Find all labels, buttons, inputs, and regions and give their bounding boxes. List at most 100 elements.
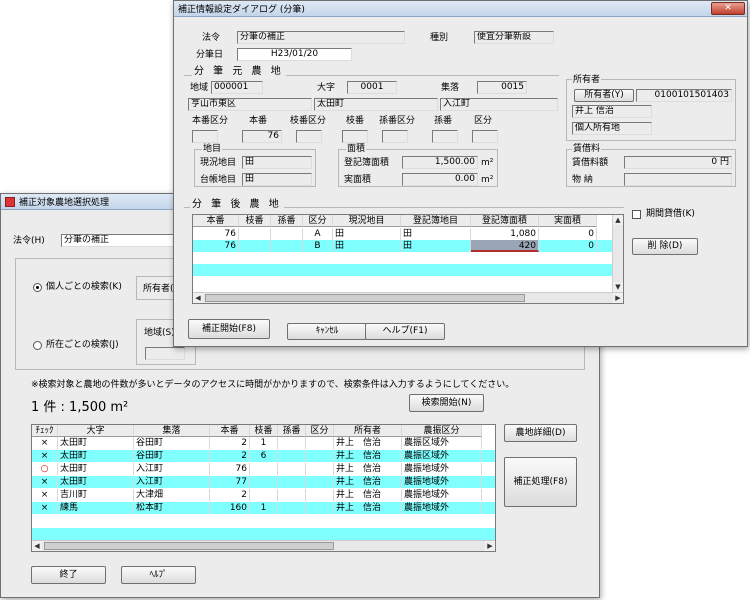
scroll-up-icon[interactable]: ▲ — [613, 215, 623, 225]
horizontal-scrollbar[interactable]: ◀ ▶ — [193, 292, 623, 303]
column-header[interactable]: 所有者 — [334, 425, 402, 437]
column-header[interactable]: 本番 — [193, 215, 239, 227]
table-row[interactable] — [193, 276, 623, 288]
eda-kubun-field — [296, 130, 322, 143]
eda-kubun-label: 枝番区分 — [290, 116, 327, 126]
search-start-button[interactable]: 検索開始(N) — [409, 394, 484, 412]
column-header[interactable]: 孫番 — [271, 215, 303, 227]
eda-field — [342, 130, 368, 143]
area-name-field: 亨山市東区 — [188, 98, 312, 111]
table-cell: 太田町 — [58, 463, 134, 475]
eda-label: 枝番 — [346, 116, 365, 126]
start-correction-button[interactable]: 補正開始(F8) — [188, 319, 270, 339]
table-cell: 76 — [193, 228, 239, 240]
scroll-right-icon[interactable]: ▶ — [613, 293, 623, 303]
scrollbar-thumb[interactable] — [44, 542, 334, 550]
scroll-left-icon[interactable]: ◀ — [193, 293, 203, 303]
scroll-left-icon[interactable]: ◀ — [32, 541, 42, 551]
table-cell: × — [32, 450, 58, 462]
table-cell: 田 — [401, 228, 471, 240]
column-header[interactable]: 集落 — [134, 425, 210, 437]
table-cell: 井上 信治 — [334, 463, 402, 475]
table-cell: 吉川町 — [58, 489, 134, 501]
column-header[interactable]: 現況地目 — [333, 215, 401, 227]
table-cell — [250, 476, 278, 488]
farm-detail-button[interactable]: 農地詳細(D) — [504, 424, 577, 442]
menseki-group-title: 面積 — [346, 144, 367, 155]
table-row[interactable]: 76 B 田田 420 0 — [193, 240, 623, 252]
table-row[interactable]: 76 A 田田 1,080 0 — [193, 228, 623, 240]
column-header[interactable]: 枝番 — [250, 425, 278, 437]
hon-kubun-field — [192, 130, 218, 143]
help-button[interactable]: ﾍﾙﾌﾟ — [121, 566, 196, 584]
table-cell: 1 — [250, 502, 278, 514]
close-button[interactable]: ✕ — [711, 2, 745, 15]
table-cell: × — [32, 437, 58, 449]
column-header[interactable]: 実面積 — [539, 215, 597, 227]
owner-name-field: 井上 信治 — [572, 105, 652, 118]
scroll-down-icon[interactable]: ▼ — [613, 282, 623, 292]
table-cell: 田 — [333, 240, 401, 252]
column-header[interactable]: 孫番 — [278, 425, 306, 437]
column-header[interactable]: 登記簿面積 — [471, 215, 539, 227]
table-cell: 井上 信治 — [334, 450, 402, 462]
scrollbar-thumb[interactable] — [205, 294, 525, 302]
vertical-scrollbar[interactable]: ▲ ▼ — [612, 215, 623, 292]
table-cell[interactable]: 1,080 — [471, 228, 539, 240]
help-button[interactable]: ヘルプ(F1) — [365, 323, 445, 340]
period-lease-checkbox[interactable] — [632, 210, 641, 219]
table-cell — [306, 489, 334, 501]
table-cell: 入江町 — [134, 476, 210, 488]
hon-field: 76 — [242, 130, 282, 143]
table-cell: 0 — [539, 240, 597, 252]
table-cell — [306, 502, 334, 514]
table-row[interactable] — [32, 528, 495, 540]
table-cell — [271, 240, 303, 252]
individual-search-radio[interactable] — [33, 283, 42, 292]
correction-process-button[interactable]: 補正処理(F8) — [504, 457, 577, 507]
correction-dialog: 補正情報設定ダイアログ (分筆) ✕ 法令 分筆の補正 種別 便宜分筆新設 分筆… — [173, 0, 748, 347]
horizontal-scrollbar[interactable]: ◀ ▶ — [32, 540, 495, 551]
table-row[interactable]: × 練馬 松本町 160 1 井上 信治 農振地域外 — [32, 502, 495, 514]
table-cell: 2 — [210, 450, 250, 462]
table-row[interactable]: × 太田町 谷田町 2 6 井上 信治 農振区域外 — [32, 450, 495, 462]
shuraku-label: 集落 — [441, 83, 460, 93]
end-button[interactable]: 終了 — [31, 566, 106, 584]
scroll-right-icon[interactable]: ▶ — [485, 541, 495, 551]
table-row[interactable]: × 太田町 谷田町 2 1 井上 信治 農振区域外 — [32, 437, 495, 449]
region-field[interactable] — [145, 347, 185, 360]
table-row[interactable]: × 吉川町 大津畑 2 井上 信治 農振地域外 — [32, 489, 495, 501]
individual-search-label: 個人ごとの検索(K) — [46, 282, 122, 292]
owner-select-button[interactable]: 所有者(Y) — [574, 89, 634, 102]
table-cell: × — [32, 489, 58, 501]
table-cell: 160 — [210, 502, 250, 514]
table-row[interactable] — [193, 264, 623, 276]
column-header[interactable]: 本番 — [210, 425, 250, 437]
column-header[interactable]: 農振区分 — [402, 425, 482, 437]
jissoku-field: 0.00 — [402, 173, 478, 186]
column-header[interactable]: ﾁｪｯｸ — [32, 425, 58, 437]
column-header[interactable]: 大字 — [58, 425, 134, 437]
genkyo-field: 田 — [242, 156, 312, 169]
column-header[interactable]: 区分 — [303, 215, 333, 227]
area-unit: m² — [481, 158, 494, 168]
column-header[interactable]: 枝番 — [239, 215, 271, 227]
window-title: 補正対象農地選択処理 — [19, 198, 110, 208]
column-header[interactable]: 登記簿地目 — [401, 215, 471, 227]
table-cell[interactable]: 420 — [471, 240, 539, 252]
delete-button[interactable]: 削 除(D) — [632, 238, 698, 255]
location-search-radio[interactable] — [33, 341, 42, 350]
hon-label: 本番 — [249, 116, 268, 126]
date-field[interactable]: H23/01/20 — [237, 48, 352, 61]
result-count: 1 件 : 1,500 m² — [31, 400, 129, 415]
table-row[interactable] — [32, 515, 495, 527]
mago-kubun-label: 孫番区分 — [379, 116, 416, 126]
table-cell: 大津畑 — [134, 489, 210, 501]
table-cell: 井上 信治 — [334, 476, 402, 488]
column-header[interactable]: 区分 — [306, 425, 334, 437]
table-row[interactable] — [193, 252, 623, 264]
cancel-button[interactable]: ｷｬﾝｾﾙ — [287, 323, 367, 340]
table-row[interactable]: × 太田町 入江町 77 井上 信治 農振地域外 — [32, 476, 495, 488]
farm-list-grid: ﾁｪｯｸ 大字 集落 本番 枝番 孫番 区分 所有者 農振区分 × 太田町 谷田町 2 1 井上 信治 農振区… — [31, 424, 496, 552]
table-row[interactable]: ○ 太田町 入江町 76 井上 信治 農振地域外 — [32, 463, 495, 475]
